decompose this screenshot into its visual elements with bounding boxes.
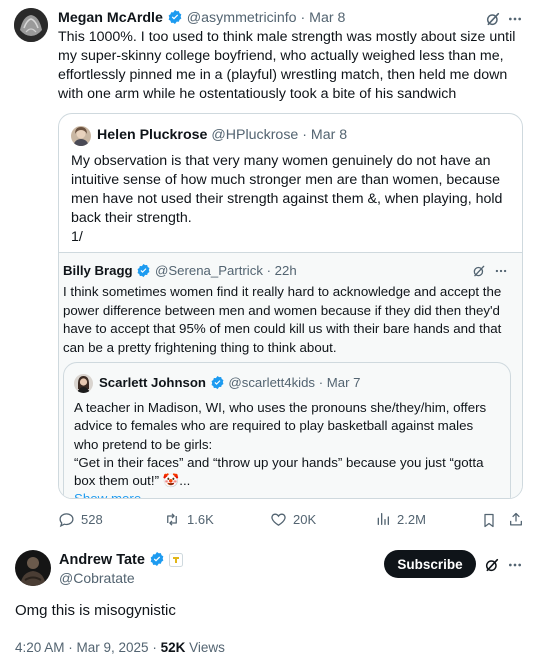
- avatar[interactable]: [71, 126, 91, 146]
- like-action[interactable]: 20K: [270, 511, 316, 528]
- avatar[interactable]: [74, 374, 93, 393]
- quote-text-line: back their strength.: [71, 210, 192, 226]
- author-handle[interactable]: @Cobratate: [59, 570, 135, 586]
- author-handle[interactable]: @Serena_Partrick: [155, 263, 263, 278]
- tweet-date[interactable]: · 22h: [267, 263, 297, 278]
- views-label: Views: [185, 640, 225, 655]
- reply-text-line: power difference between men and women b…: [63, 302, 500, 318]
- grok-icon[interactable]: [471, 263, 487, 279]
- avatar-image: [15, 550, 51, 586]
- subscribe-button[interactable]: Subscribe: [384, 550, 476, 578]
- tweet-date[interactable]: · Mar 7: [319, 375, 361, 390]
- tweet-header: Megan McArdle @asymmetricinfo · Mar 8: [58, 9, 345, 26]
- views-count: 52K: [160, 640, 186, 655]
- tweet-date[interactable]: · Mar 8: [301, 10, 346, 26]
- reply-tweet-text: Omg this is misogynistic: [15, 602, 176, 619]
- timestamp-text[interactable]: 4:20 AM · Mar 9, 2025 ·: [15, 640, 161, 655]
- bookmark-icon[interactable]: [480, 511, 498, 529]
- quote-text: My observation is that very many women g…: [71, 152, 516, 247]
- reply-count: 528: [81, 512, 103, 527]
- author-handle[interactable]: @HPluckrose: [211, 127, 298, 143]
- reply-section[interactable]: Billy Bragg @Serena_Partrick · 22h I thi…: [59, 252, 522, 498]
- reply-icon: [59, 513, 74, 528]
- verified-icon: [150, 552, 164, 566]
- inner-quote-text: A teacher in Madison, WI, who uses the p…: [74, 399, 506, 498]
- inner-quote-text-line: who pretend to be girls:: [74, 436, 213, 452]
- inner-quote-header: Scarlett Johnson @scarlett4kids · Mar 7: [99, 375, 360, 390]
- quoted-tweet-card[interactable]: Helen Pluckrose @HPluckrose · Mar 8 My o…: [58, 113, 523, 499]
- reply-text-line: I think sometimes women find it really h…: [63, 284, 502, 299]
- avatar[interactable]: [15, 550, 51, 586]
- verified-icon: [211, 375, 224, 390]
- inner-quote-text-line: advice to females who are required to pl…: [74, 418, 474, 434]
- affiliate-badge-icon[interactable]: [169, 553, 184, 567]
- tweet-timestamp: 4:20 AM · Mar 9, 2025 · 52K Views: [15, 640, 225, 655]
- tweet-date[interactable]: · Mar 8: [302, 127, 347, 143]
- quote-text-line: My observation is that very many women g…: [71, 153, 491, 169]
- reply-author-line: Andrew Tate: [59, 551, 184, 568]
- avatar-image: [14, 8, 48, 42]
- author-handle[interactable]: @scarlett4kids: [228, 375, 315, 390]
- grok-icon[interactable]: [484, 10, 502, 28]
- more-icon[interactable]: [493, 263, 509, 279]
- reply-text: I think sometimes women find it really h…: [63, 283, 521, 357]
- avatar-image: [74, 374, 93, 393]
- reply-action[interactable]: 528: [58, 511, 103, 528]
- inner-quote-text-line: box them out!” 🤡...: [74, 473, 191, 489]
- tweet-text-line: with one arm while he ostentatiously too…: [58, 86, 457, 102]
- reply-text-line: can be a pretty frightening thing to thi…: [63, 339, 337, 355]
- author-name[interactable]: Helen Pluckrose: [97, 127, 207, 143]
- tweet-text-line: This 1000%. I too used to think male str…: [58, 29, 516, 45]
- views-action[interactable]: 2.2M: [375, 511, 426, 527]
- heart-icon: [271, 513, 286, 526]
- author-name[interactable]: Scarlett Johnson: [99, 375, 206, 390]
- views-count: 2.2M: [397, 511, 426, 527]
- tweet-text-line: effortlessly pinned me in a (playful) wr…: [58, 67, 508, 83]
- author-name[interactable]: Andrew Tate: [59, 552, 145, 568]
- quote-header: Helen Pluckrose @HPluckrose · Mar 8: [97, 127, 347, 143]
- avatar-image: [71, 126, 91, 146]
- more-icon[interactable]: [506, 556, 524, 574]
- tweet-text: This 1000%. I too used to think male str…: [58, 28, 528, 104]
- reply-text-line: have to accept that 95% of men could kil…: [63, 321, 502, 336]
- tweet-text-line: my super-skinny college boyfriend, who a…: [58, 48, 504, 64]
- grok-icon[interactable]: [483, 556, 501, 574]
- author-name[interactable]: Billy Bragg: [63, 263, 133, 278]
- verified-icon: [137, 263, 150, 278]
- more-icon[interactable]: [506, 10, 524, 28]
- reply-header: Billy Bragg @Serena_Partrick · 22h: [63, 263, 297, 278]
- author-name[interactable]: Megan McArdle: [58, 10, 163, 26]
- repost-action[interactable]: 1.6K: [163, 511, 214, 528]
- quote-text-line: intuitive sense of how much stronger men…: [71, 172, 501, 188]
- inner-quote-text-line: A teacher in Madison, WI, who uses the p…: [74, 400, 487, 415]
- share-icon[interactable]: [507, 510, 525, 528]
- inner-quoted-tweet-card[interactable]: Scarlett Johnson @scarlett4kids · Mar 7 …: [63, 362, 511, 498]
- avatar[interactable]: [14, 8, 48, 42]
- show-more-link[interactable]: Show more: [74, 490, 506, 498]
- quote-text-line: 1/: [71, 229, 83, 245]
- inner-quote-text-line: “Get in their faces” and “throw up your …: [74, 454, 484, 470]
- like-count: 20K: [293, 512, 317, 527]
- author-handle[interactable]: @asymmetricinfo: [187, 10, 297, 26]
- repost-icon: [167, 513, 177, 526]
- analytics-icon: [377, 513, 389, 525]
- repost-count: 1.6K: [187, 512, 214, 527]
- quote-text-line: men have not used their strength against…: [71, 191, 503, 207]
- verified-icon: [168, 10, 182, 24]
